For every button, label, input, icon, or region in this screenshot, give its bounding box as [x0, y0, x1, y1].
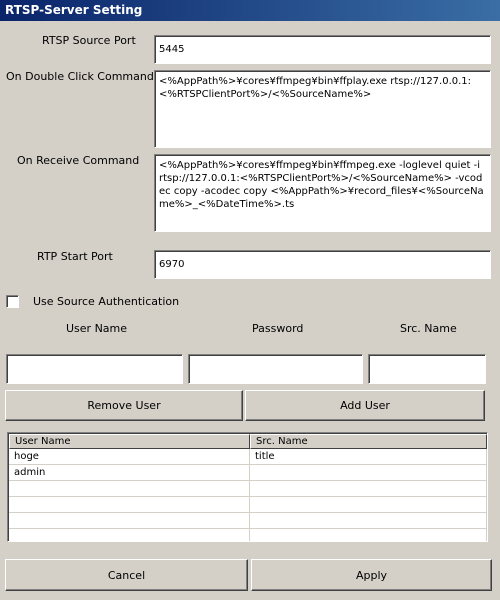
table-row[interactable]: admin — [9, 465, 487, 481]
table-row — [9, 497, 487, 513]
rtp-start-port-label: RTP Start Port — [37, 250, 113, 263]
rtp-start-port-input[interactable] — [154, 250, 491, 279]
double-click-command-textarea[interactable]: <%AppPath%>¥cores¥ffmpeg¥bin¥ffplay.exe … — [154, 70, 491, 148]
cell-src-name — [250, 465, 487, 481]
on-receive-command-textarea[interactable]: <%AppPath%>¥cores¥ffmpeg¥bin¥ffmpeg.exe … — [154, 154, 491, 232]
use-source-authentication-label: Use Source Authentication — [33, 295, 180, 308]
cell-src-name — [250, 481, 487, 497]
on-receive-command-label: On Receive Command — [17, 154, 140, 167]
rtsp-source-port-input[interactable] — [154, 35, 491, 64]
table-row — [9, 529, 487, 541]
cell-src-name: title — [250, 449, 487, 465]
cell-user-name — [9, 481, 250, 497]
cell-src-name — [250, 513, 487, 529]
add-user-button[interactable]: Add User — [245, 390, 485, 421]
user-name-label: User Name — [66, 322, 128, 335]
rtsp-source-port-label: RTSP Source Port — [42, 34, 136, 47]
remove-user-button[interactable]: Remove User — [5, 390, 243, 421]
cell-user-name — [9, 513, 250, 529]
table-row — [9, 481, 487, 497]
double-click-command-label: On Double Click Command — [6, 70, 154, 83]
cell-user-name: admin — [9, 465, 250, 481]
password-label: Password — [252, 322, 304, 335]
column-header-src-name[interactable]: Src. Name — [250, 434, 487, 449]
cancel-button[interactable]: Cancel — [5, 559, 248, 591]
cell-user-name: hoge — [9, 449, 250, 465]
use-source-authentication-checkbox[interactable] — [6, 295, 19, 308]
cell-user-name — [9, 497, 250, 513]
src-name-input[interactable] — [368, 354, 486, 384]
rtsp-server-setting-window: RTSP-Server Setting RTSP Source Port On … — [0, 0, 500, 600]
user-name-input[interactable] — [6, 354, 183, 384]
user-table-body: hoge title admin — [9, 449, 487, 541]
src-name-label: Src. Name — [400, 322, 457, 335]
cell-src-name — [250, 529, 487, 541]
cell-user-name — [9, 529, 250, 541]
apply-button[interactable]: Apply — [251, 559, 492, 591]
table-row[interactable]: hoge title — [9, 449, 487, 465]
cell-src-name — [250, 497, 487, 513]
user-table-header: User Name Src. Name — [9, 434, 487, 449]
password-input[interactable] — [188, 354, 363, 384]
table-row — [9, 513, 487, 529]
user-table[interactable]: User Name Src. Name hoge title admin — [7, 432, 488, 542]
window-title: RTSP-Server Setting — [0, 0, 500, 21]
column-header-user-name[interactable]: User Name — [9, 434, 250, 449]
